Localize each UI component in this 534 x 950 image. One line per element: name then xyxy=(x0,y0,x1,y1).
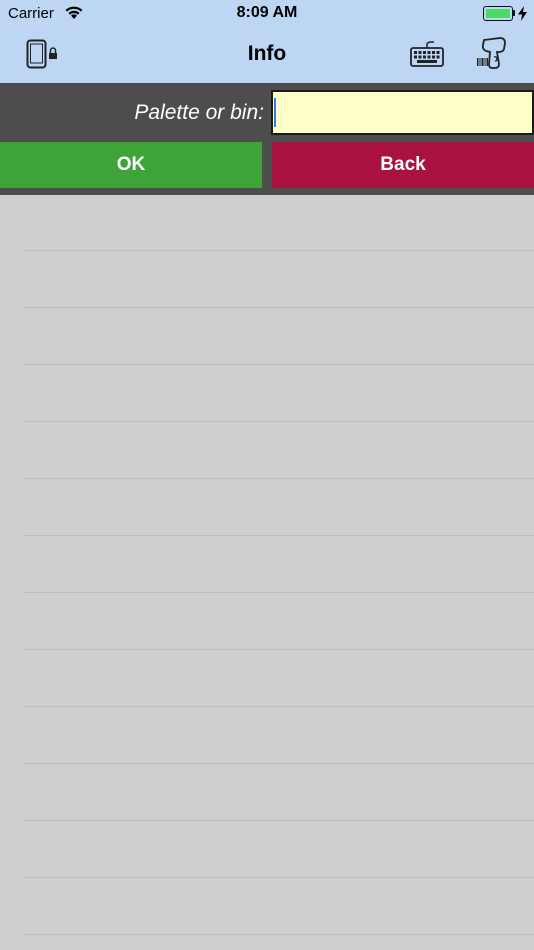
results-list xyxy=(0,195,534,950)
list-row-separator xyxy=(24,934,534,935)
list-row-separator xyxy=(24,706,534,707)
navigation-bar: Info xyxy=(0,27,534,83)
text-caret xyxy=(274,98,276,127)
list-row-separator xyxy=(24,421,534,422)
barcode-scanner-icon[interactable] xyxy=(476,37,508,76)
list-row-separator xyxy=(24,478,534,479)
list-row-separator xyxy=(24,307,534,308)
list-row-separator xyxy=(24,820,534,821)
input-panel: Palette or bin: OK Back xyxy=(0,83,534,195)
ok-button[interactable]: OK xyxy=(0,142,262,188)
list-row-separator xyxy=(24,649,534,650)
palette-bin-input[interactable] xyxy=(271,90,534,135)
back-button[interactable]: Back xyxy=(272,142,534,188)
list-row-separator xyxy=(24,763,534,764)
charging-bolt-icon xyxy=(518,6,527,26)
palette-bin-label: Palette or bin: xyxy=(134,101,264,124)
status-time: 8:09 AM xyxy=(236,4,298,21)
keyboard-icon[interactable] xyxy=(410,41,444,72)
list-row-separator xyxy=(24,592,534,593)
list-row-separator xyxy=(24,877,534,878)
list-row-separator xyxy=(24,364,534,365)
list-row-separator xyxy=(24,535,534,536)
list-row-separator xyxy=(24,250,534,251)
status-bar: Carrier 8:09 AM xyxy=(0,0,534,27)
page-title: Info xyxy=(247,42,287,65)
battery-icon xyxy=(483,6,513,21)
